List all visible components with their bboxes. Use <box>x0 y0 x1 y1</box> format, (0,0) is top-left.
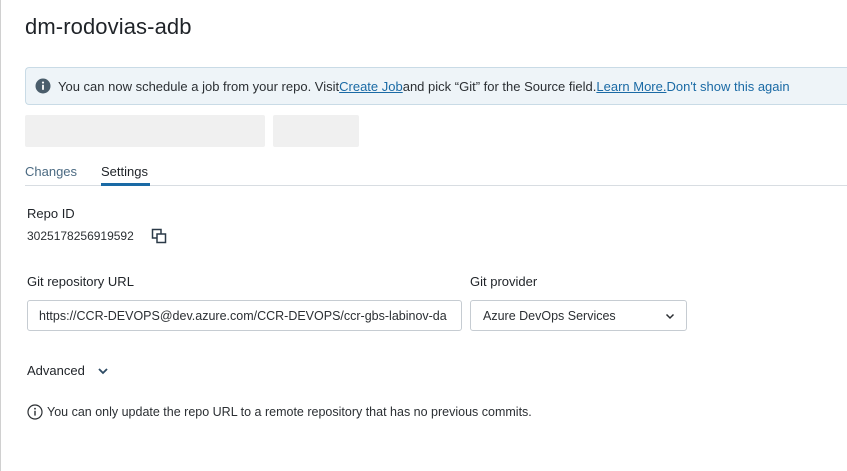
tab-settings[interactable]: Settings <box>101 164 148 179</box>
banner-text-middle: and pick “Git” for the Source field. <box>402 78 597 94</box>
repo-url-note: You can only update the repo URL to a re… <box>27 404 532 420</box>
repo-id-value: 3025178256919592 <box>27 229 134 243</box>
info-icon <box>35 78 51 94</box>
repo-id-label: Repo ID <box>27 206 75 221</box>
job-schedule-banner: You can now schedule a job from your rep… <box>25 67 847 105</box>
left-border <box>0 0 1 471</box>
advanced-toggle[interactable]: Advanced <box>27 363 110 378</box>
learn-more-link[interactable]: Learn More. <box>596 79 666 94</box>
advanced-label: Advanced <box>27 363 85 378</box>
chevron-down-icon <box>664 310 676 322</box>
git-url-label: Git repository URL <box>27 274 134 289</box>
note-text: You can only update the repo URL to a re… <box>47 405 532 419</box>
loading-placeholder <box>273 115 359 147</box>
copy-icon[interactable] <box>151 228 167 244</box>
tab-changes[interactable]: Changes <box>25 164 77 179</box>
git-provider-label: Git provider <box>470 274 538 289</box>
loading-placeholder <box>25 115 265 147</box>
page-title: dm-rodovias-adb <box>25 14 192 39</box>
create-job-link[interactable]: Create Job <box>339 79 403 94</box>
banner-text-before: You can now schedule a job from your rep… <box>58 78 340 94</box>
git-provider-value: Azure DevOps Services <box>483 308 616 323</box>
active-tab-indicator <box>101 183 150 186</box>
git-url-input[interactable] <box>27 300 462 331</box>
tab-bar: Changes Settings <box>25 160 847 186</box>
dont-show-again-link[interactable]: Don't show this again <box>666 79 789 94</box>
git-provider-select[interactable]: Azure DevOps Services <box>470 300 687 331</box>
chevron-down-icon <box>96 364 110 378</box>
info-outline-icon <box>27 404 43 420</box>
